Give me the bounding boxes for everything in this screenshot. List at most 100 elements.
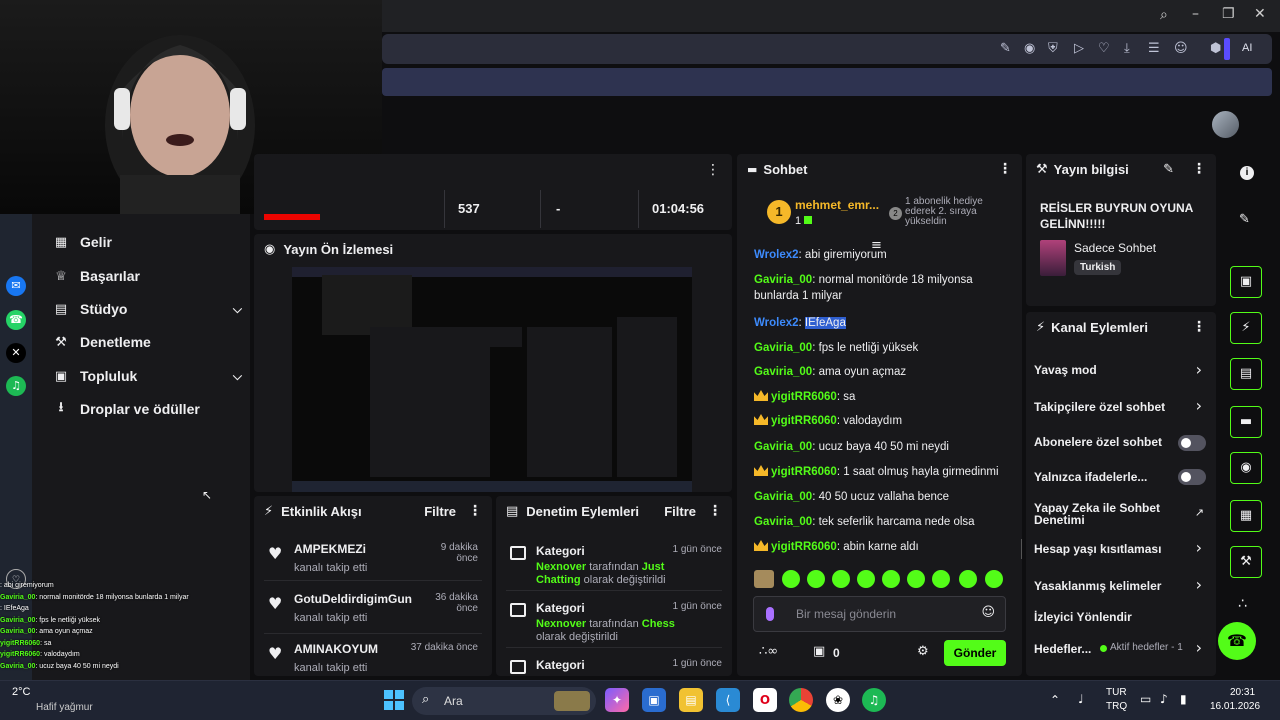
more-options-icon[interactable]: ⋮	[998, 161, 1012, 177]
support-button[interactable]: ☎	[1218, 622, 1256, 660]
chevron-right-icon[interactable]: ›	[1196, 360, 1202, 379]
list-item[interactable]: ♥ AMPEKMEZi kanalı takip etti 9 dakika ö…	[254, 534, 492, 586]
chevron-down-icon[interactable]: ⌵	[233, 369, 242, 384]
chat-username[interactable]: yigitRR6060	[771, 466, 837, 478]
top-gifter-name[interactable]: mehmet_emr...	[795, 198, 879, 212]
filter-button[interactable]: Filtre	[424, 504, 456, 519]
opera-icon[interactable]: O	[753, 688, 777, 712]
subscribers-only-toggle[interactable]	[1178, 435, 1206, 451]
clock-time[interactable]: 20:31	[1230, 687, 1255, 698]
download-icon[interactable]: ⤓	[1124, 41, 1130, 56]
more-options-icon[interactable]: ⋮	[706, 162, 720, 178]
profile-icon[interactable]: ☺	[1174, 41, 1188, 56]
file-explorer-icon[interactable]: ▤	[679, 688, 703, 712]
send-button[interactable]: Gönder	[944, 640, 1006, 666]
chat-username[interactable]: Wrolex2	[754, 249, 799, 261]
list-item[interactable]: ♥ GotuDeldirdigimGun kanalı takip etti 3…	[254, 584, 492, 636]
goals-item[interactable]: Hedefler...	[1034, 638, 1094, 660]
chat-bubble-icon[interactable]: ▬	[1230, 406, 1262, 438]
minimize-icon[interactable]: –	[1192, 6, 1199, 22]
copilot-app-icon[interactable]: ✦	[605, 688, 629, 712]
play-icon[interactable]: ▷	[1074, 41, 1084, 56]
emote-icon[interactable]	[907, 570, 925, 588]
mic-icon[interactable]: ♩	[1078, 692, 1084, 706]
ai-label[interactable]: AI	[1242, 42, 1252, 54]
battery-icon[interactable]: ▮	[1180, 692, 1187, 706]
more-options-icon[interactable]: ⋮	[1192, 319, 1206, 335]
more-options-icon[interactable]: ⋮	[468, 503, 482, 519]
emoji-icon[interactable]: ☺	[981, 605, 995, 620]
emote-icon[interactable]	[782, 570, 800, 588]
chat-username[interactable]: yigitRR6060	[771, 541, 837, 553]
more-options-icon[interactable]: ⋮	[708, 503, 722, 519]
chat-scrollbar[interactable]	[1021, 539, 1022, 559]
emote-icon[interactable]	[882, 570, 900, 588]
emote-icon[interactable]	[857, 570, 875, 588]
edit-icon[interactable]: ✎	[1239, 212, 1250, 227]
menu-icon[interactable]: ☰	[1148, 41, 1160, 56]
sidebar-item-topluluk[interactable]: ▣ Topluluk ⌵	[52, 364, 242, 388]
info-icon[interactable]: i	[1240, 166, 1254, 180]
chat-username[interactable]: yigitRR6060	[771, 391, 837, 403]
lang-bottom[interactable]: TRQ	[1106, 701, 1127, 712]
spotify-icon[interactable]: ♫	[862, 688, 886, 712]
chat-username[interactable]: Gaviria_00	[754, 342, 812, 354]
address-bar[interactable]: ✎ ◉ ⛨ ▷ ♡ ⤓ ☰ ☺ ⬢ AI	[382, 34, 1272, 64]
store-app-icon[interactable]: ▣	[642, 688, 666, 712]
search-icon[interactable]: ⌕	[1160, 7, 1168, 23]
chat-username[interactable]: Gaviria_00	[754, 441, 812, 453]
clock-date[interactable]: 16.01.2026	[1210, 701, 1260, 712]
chevron-down-icon[interactable]: ⌵	[233, 302, 242, 317]
chevron-right-icon[interactable]: ›	[1196, 638, 1202, 657]
shield-icon[interactable]: ⛨	[1048, 41, 1058, 56]
sidebar-item-denetleme[interactable]: ⚒ Denetleme	[52, 330, 242, 354]
camera-icon[interactable]: ◉	[1024, 41, 1035, 56]
chevron-right-icon[interactable]: ›	[1196, 575, 1202, 594]
edit-icon[interactable]: ✎	[1163, 162, 1174, 177]
account-age-item[interactable]: Hesap yaşı kısıtlaması	[1034, 538, 1214, 560]
layout-icon[interactable]: ▦	[1230, 500, 1262, 532]
slow-mode-item[interactable]: Yavaş mod	[1034, 359, 1214, 381]
vscode-icon[interactable]: ⟨	[716, 688, 740, 712]
chat-username[interactable]: Gaviria_00	[754, 491, 812, 503]
avatar[interactable]	[1212, 111, 1239, 138]
sidebar-item-basarilar[interactable]: ♕ Başarılar	[52, 264, 242, 288]
windows-start-icon[interactable]	[384, 690, 404, 710]
emote-icon[interactable]	[807, 570, 825, 588]
x-icon[interactable]: ✕	[6, 343, 26, 363]
taskbar-search[interactable]: ⌕ Ara	[412, 687, 596, 715]
close-icon[interactable]: ✕	[1254, 6, 1266, 22]
banned-words-item[interactable]: Yasaklanmış kelimeler	[1034, 575, 1214, 597]
chat-username[interactable]: Gaviria_00	[754, 516, 812, 528]
chat-username[interactable]: Gaviria_00	[754, 366, 812, 378]
infinity-icon[interactable]: ∴∞	[759, 644, 778, 659]
cube-icon[interactable]: ⬢	[1210, 41, 1221, 56]
list-item[interactable]: Kategori 1 gün önce Nexnover tarafından …	[496, 534, 732, 590]
lang-top[interactable]: TUR	[1106, 687, 1127, 698]
apps-icon[interactable]: ∴	[1238, 596, 1247, 612]
emote-only-toggle[interactable]	[1178, 469, 1206, 485]
emote-icon[interactable]	[932, 570, 950, 588]
whatsapp-icon[interactable]: ☎	[6, 310, 26, 330]
emote-icon[interactable]	[754, 570, 774, 588]
category-name[interactable]: Sadece Sohbet	[1074, 241, 1156, 255]
chat-username[interactable]: Wrolex2	[754, 317, 799, 329]
screenshot-icon[interactable]: ▣	[1230, 266, 1262, 298]
lightning-icon[interactable]: ⚡	[1230, 312, 1262, 344]
emote-icon[interactable]	[959, 570, 977, 588]
list-item[interactable]: Kategori 1 gün önce Nexnover tarafından …	[496, 591, 732, 647]
sidebar-item-droplar[interactable]: ⭳ Droplar ve ödüller	[52, 397, 242, 421]
restore-icon[interactable]: ❐	[1222, 6, 1235, 22]
more-options-icon[interactable]: ⋮	[1192, 161, 1206, 177]
volume-icon[interactable]: ♪	[1160, 692, 1168, 706]
gift-box-icon[interactable]: ▣	[813, 644, 825, 659]
emote-icon[interactable]	[985, 570, 1003, 588]
chevron-right-icon[interactable]: ›	[1196, 396, 1202, 415]
chrome-icon[interactable]	[789, 688, 813, 712]
document-icon[interactable]: ▤	[1230, 358, 1262, 390]
sidebar-item-studyo[interactable]: ▤ Stüdyo ⌵	[52, 297, 242, 321]
ai-moderation-item[interactable]: Yapay Zeka ile Sohbet Denetimi	[1034, 499, 1184, 529]
weather-temp[interactable]: 2°C	[12, 686, 30, 698]
sidebar-item-gelir[interactable]: ▦ Gelir	[52, 230, 242, 254]
external-link-icon[interactable]: ↗	[1195, 506, 1204, 519]
